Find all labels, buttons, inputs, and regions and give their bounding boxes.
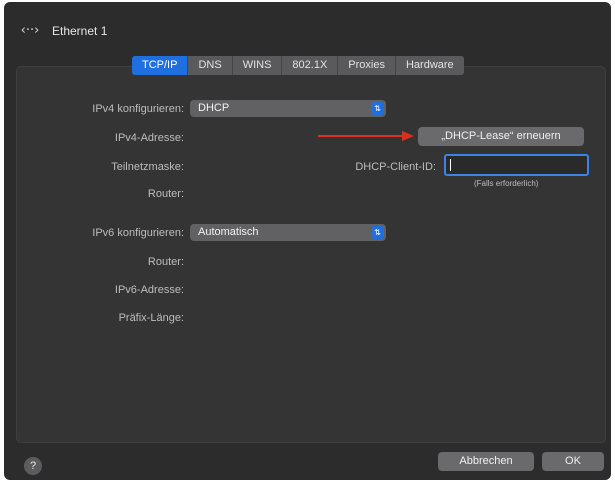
prefix-length-label: Präfix-Länge: [118, 312, 184, 324]
ipv6-configure-value: Automatisch [198, 226, 259, 238]
network-settings-window: ‹··› Ethernet 1 TCP/IP DNS WINS 802.1X P… [4, 2, 611, 480]
network-arrows-icon: ‹··› [20, 23, 40, 38]
tab-bar: TCP/IP DNS WINS 802.1X Proxies Hardware [132, 56, 464, 75]
dhcp-client-id-input[interactable] [444, 154, 589, 176]
ipv4-configure-select[interactable]: DHCP ⇅ [190, 100, 386, 117]
ipv4-address-label: IPv4-Adresse: [114, 132, 184, 144]
ok-button[interactable]: OK [542, 452, 604, 471]
dhcp-client-id-hint: (Falls erforderlich) [474, 179, 539, 188]
dhcp-client-id-label: DHCP-Client-ID: [355, 161, 436, 173]
ipv4-router-label: Router: [147, 188, 184, 200]
subnet-mask-label: Teilnetzmaske: [111, 161, 184, 173]
chevron-updown-icon: ⇅ [371, 226, 384, 239]
settings-panel [16, 66, 606, 443]
ipv6-configure-select[interactable]: Automatisch ⇅ [190, 224, 386, 241]
tab-dns[interactable]: DNS [188, 56, 233, 75]
tab-tcpip[interactable]: TCP/IP [132, 56, 189, 75]
tab-proxies[interactable]: Proxies [338, 56, 396, 75]
ipv4-configure-label: IPv4 konfigurieren: [92, 103, 184, 115]
cancel-button[interactable]: Abbrechen [438, 452, 534, 471]
window-title: Ethernet 1 [52, 24, 108, 38]
annotation-arrow-icon [318, 131, 414, 141]
ipv6-router-label: Router: [147, 256, 184, 268]
ipv4-configure-value: DHCP [198, 102, 230, 114]
title-bar: ‹··› Ethernet 1 [16, 18, 108, 44]
tab-wins[interactable]: WINS [233, 56, 283, 75]
chevron-updown-icon: ⇅ [371, 102, 384, 115]
help-button[interactable]: ? [24, 457, 42, 475]
ipv6-address-label: IPv6-Adresse: [114, 284, 184, 296]
ipv6-configure-label: IPv6 konfigurieren: [92, 227, 184, 239]
text-caret [450, 159, 451, 171]
tab-8021x[interactable]: 802.1X [282, 56, 339, 75]
tab-hardware[interactable]: Hardware [396, 56, 464, 75]
renew-dhcp-lease-button[interactable]: „DHCP-Lease“ erneuern [418, 127, 584, 146]
